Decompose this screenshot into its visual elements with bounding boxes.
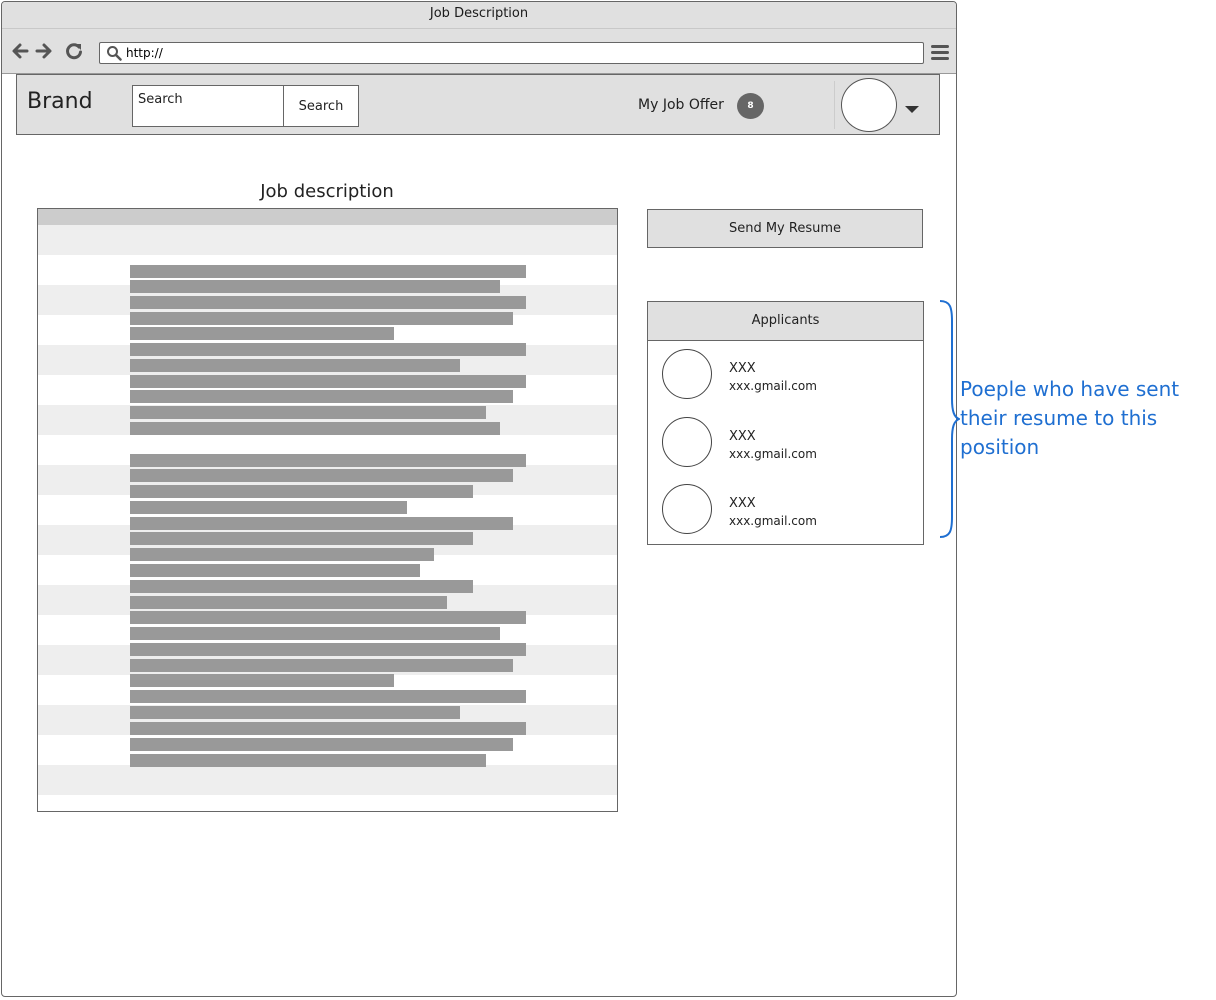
url-input[interactable] [126, 46, 906, 60]
text-line-placeholder [130, 454, 526, 467]
text-line-placeholder [130, 375, 526, 388]
brand-logo[interactable]: Brand [27, 89, 93, 114]
applicant-avatar [662, 349, 712, 399]
text-line-placeholder [130, 312, 513, 325]
text-line-placeholder [130, 359, 460, 372]
row-stripe [38, 225, 617, 255]
applicant-avatar [662, 417, 712, 467]
applicant-name: XXX [729, 496, 756, 511]
applicant-email: xxx.gmail.com [729, 447, 817, 461]
applicant-email: xxx.gmail.com [729, 379, 817, 393]
text-line-placeholder [130, 706, 460, 719]
my-job-offer-link[interactable]: My Job Offer [638, 97, 724, 113]
applicants-title: Applicants [648, 302, 923, 341]
job-description-title: Job description [260, 181, 394, 202]
text-line-placeholder [130, 611, 526, 624]
job-offer-count-badge: 8 [737, 93, 764, 119]
send-resume-button[interactable]: Send My Resume [647, 209, 923, 248]
text-line-placeholder [130, 690, 526, 703]
search-input[interactable] [132, 85, 284, 127]
address-bar [2, 29, 956, 74]
text-line-placeholder [130, 390, 513, 403]
annotation-note: Poeple who have sent their resume to thi… [960, 377, 1180, 459]
search-button[interactable]: Search [283, 85, 359, 127]
caret-down-icon[interactable] [905, 106, 919, 113]
job-description-panel [37, 208, 618, 812]
applicant-item[interactable]: XXX xxx.gmail.com [662, 484, 912, 536]
window-title: Job Description [2, 2, 956, 29]
forward-arrow-icon[interactable] [34, 41, 54, 61]
text-line-placeholder [130, 327, 394, 340]
text-line-placeholder [130, 548, 434, 561]
applicants-panel: Applicants XXX xxx.gmail.com XXX xxx.gma… [647, 301, 924, 545]
text-line-placeholder [130, 532, 473, 545]
navbar-divider [834, 81, 835, 129]
search-icon [107, 46, 122, 61]
applicant-item[interactable]: XXX xxx.gmail.com [662, 417, 912, 469]
text-line-placeholder [130, 580, 473, 593]
job-description-header [38, 209, 617, 225]
text-line-placeholder [130, 564, 420, 577]
text-line-placeholder [130, 674, 394, 687]
applicant-name: XXX [729, 429, 756, 444]
curly-brace-annotation [939, 300, 960, 538]
applicant-avatar [662, 484, 712, 534]
text-line-placeholder [130, 485, 473, 498]
browser-window: Job Description Brand Search My Job Offe… [1, 1, 957, 997]
text-line-placeholder [130, 643, 526, 656]
text-line-placeholder [130, 517, 513, 530]
applicant-item[interactable]: XXX xxx.gmail.com [662, 349, 912, 401]
text-line-placeholder [130, 280, 500, 293]
text-line-placeholder [130, 754, 486, 767]
user-avatar[interactable] [841, 78, 897, 132]
text-line-placeholder [130, 296, 526, 309]
back-arrow-icon[interactable] [10, 41, 30, 61]
hamburger-menu-icon[interactable] [931, 45, 949, 61]
text-line-placeholder [130, 596, 447, 609]
applicant-name: XXX [729, 361, 756, 376]
text-line-placeholder [130, 422, 500, 435]
applicant-email: xxx.gmail.com [729, 514, 817, 528]
text-line-placeholder [130, 738, 513, 751]
text-line-placeholder [130, 406, 486, 419]
text-line-placeholder [130, 343, 526, 356]
text-line-placeholder [130, 659, 513, 672]
text-line-placeholder [130, 722, 526, 735]
text-line-placeholder [130, 501, 407, 514]
text-line-placeholder [130, 265, 526, 278]
url-field[interactable] [99, 42, 924, 64]
text-line-placeholder [130, 469, 513, 482]
top-navbar: Brand Search My Job Offer 8 [16, 74, 940, 135]
reload-icon[interactable] [64, 41, 84, 61]
row-stripe [38, 765, 617, 795]
text-line-placeholder [130, 627, 500, 640]
